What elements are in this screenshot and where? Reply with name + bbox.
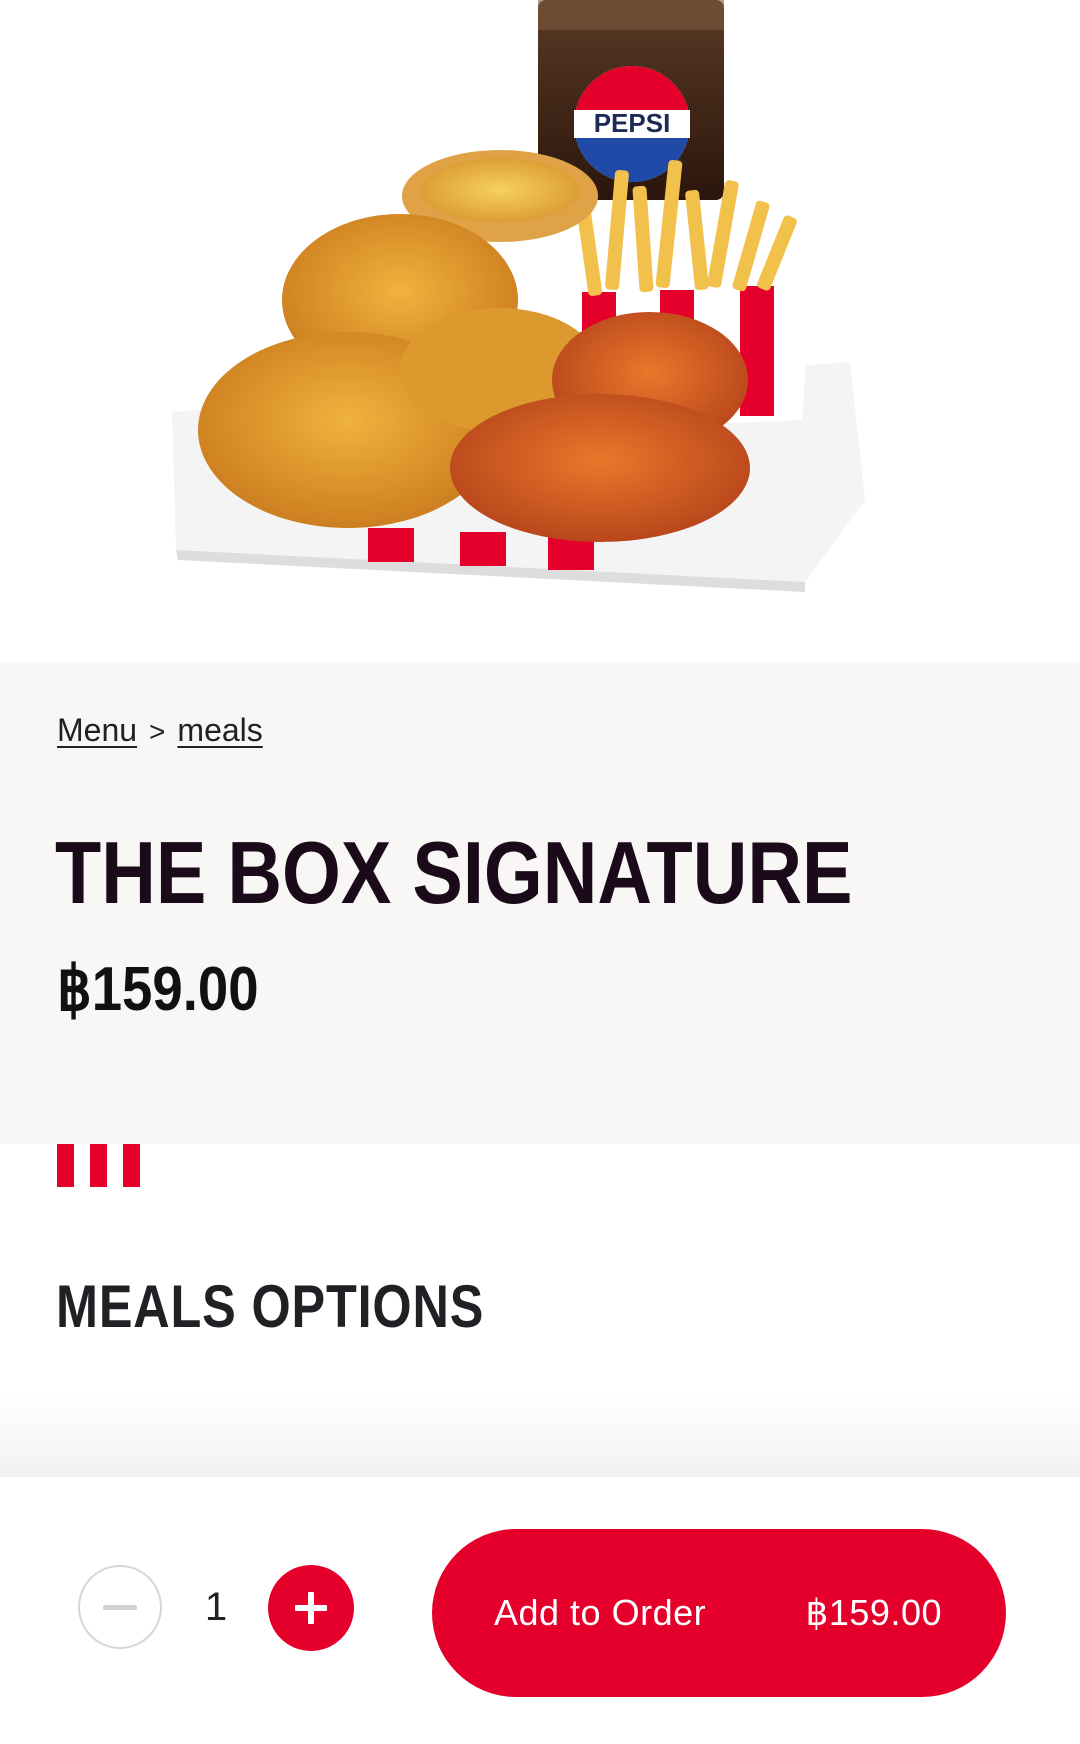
add-to-order-button[interactable]: Add to Order ฿159.00 (432, 1529, 1006, 1697)
brand-stripes (57, 1144, 140, 1187)
bottom-bar-shadow (0, 1396, 1080, 1476)
order-total: ฿159.00 (805, 1592, 942, 1633)
meals-options-heading: MEALS OPTIONS (56, 1273, 485, 1340)
breadcrumb-link-menu[interactable]: Menu (57, 712, 137, 749)
stripe (57, 1144, 74, 1187)
decrease-quantity-button[interactable] (78, 1565, 162, 1649)
product-title: THE BOX SIGNATURE (55, 823, 853, 922)
product-page: PEPSI Menu > meals THE BOX SIGNATURE ฿15… (0, 0, 1080, 1744)
plus-icon (295, 1592, 327, 1624)
pepsi-logo-text: PEPSI (594, 108, 671, 138)
product-image: PEPSI (0, 0, 1080, 662)
product-info-panel: Menu > meals THE BOX SIGNATURE ฿159.00 (0, 662, 1080, 1144)
breadcrumb: Menu > meals (57, 712, 263, 749)
product-price: ฿159.00 (57, 955, 259, 1024)
stripe (123, 1144, 140, 1187)
order-bar: 1 Add to Order ฿159.00 (0, 1476, 1080, 1744)
breadcrumb-separator: > (149, 716, 166, 747)
breadcrumb-link-meals[interactable]: meals (177, 712, 262, 749)
add-to-order-label: Add to Order (494, 1592, 707, 1633)
stripe (90, 1144, 107, 1187)
quantity-value: 1 (204, 1585, 228, 1629)
increase-quantity-button[interactable] (268, 1565, 354, 1651)
minus-icon (103, 1604, 137, 1610)
